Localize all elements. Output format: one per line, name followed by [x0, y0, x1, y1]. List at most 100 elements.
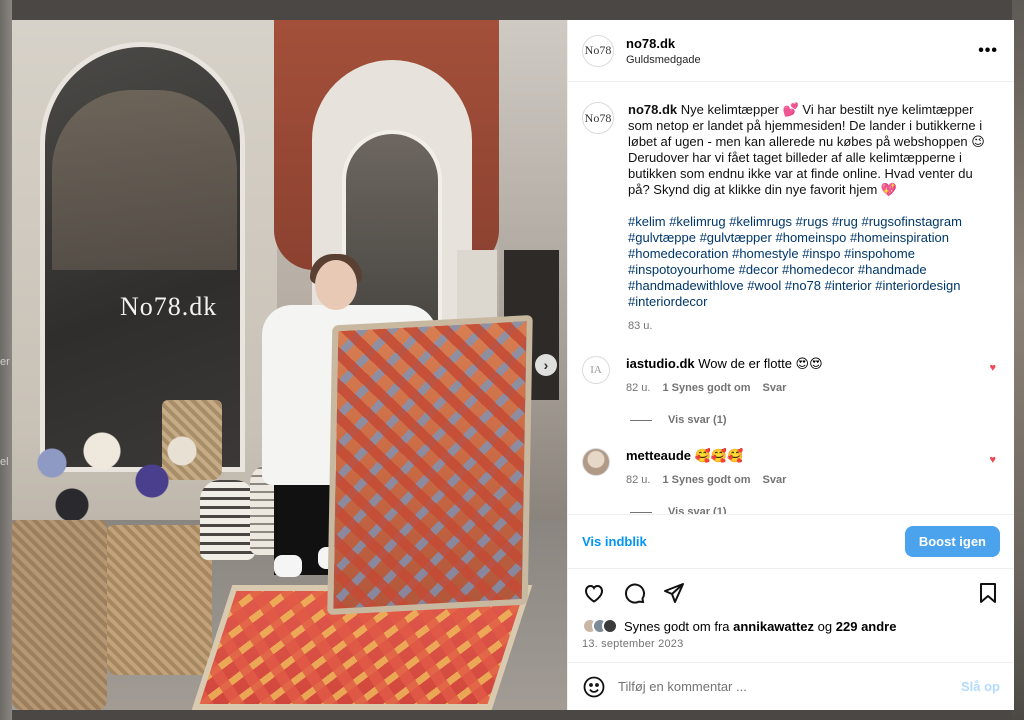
- comment-block: IA iastudio.dk Wow de er flotte 😍😍 82 u.…: [582, 356, 998, 426]
- view-replies-button[interactable]: Vis svar (1): [630, 506, 998, 514]
- comment-likes-link[interactable]: 1 Synes godt om: [662, 382, 750, 394]
- hashtag-link[interactable]: #inspo: [802, 246, 840, 261]
- likes-row: Synes godt om fra annikawattez og 229 an…: [568, 618, 1014, 634]
- hashtag-link[interactable]: #homeinspiration: [850, 230, 949, 245]
- header-text: no78.dk Guldsmedgade: [626, 36, 701, 66]
- comment-meta: 82 u. 1 Synes godt om Svar: [626, 474, 966, 486]
- window-reflection: [52, 90, 237, 270]
- hashtag-link[interactable]: #kelim: [628, 214, 666, 229]
- heart-outline-icon[interactable]: [582, 581, 606, 605]
- hashtag-link[interactable]: #rugsofinstagram: [861, 214, 961, 229]
- comment-body: iastudio.dk Wow de er flotte 😍😍 82 u. 1 …: [626, 356, 966, 394]
- comment-icon[interactable]: [622, 581, 646, 605]
- reply-button[interactable]: Svar: [763, 382, 787, 394]
- comment: IA iastudio.dk Wow de er flotte 😍😍 82 u.…: [582, 356, 998, 394]
- add-comment-bar: Slå op: [568, 662, 1014, 710]
- basket: [12, 520, 107, 710]
- comment-username[interactable]: iastudio.dk: [626, 356, 695, 371]
- hashtag-link[interactable]: #gulvtæpper: [700, 230, 772, 245]
- hashtag-link[interactable]: #handmade: [858, 262, 927, 277]
- post-side-panel: No78 no78.dk Guldsmedgade ••• No78 no78.…: [567, 20, 1014, 710]
- emoji-icon[interactable]: [582, 675, 606, 699]
- shoe: [274, 555, 302, 577]
- reply-button[interactable]: Svar: [763, 474, 787, 486]
- hashtag-link[interactable]: #inspohome: [844, 246, 915, 261]
- striped-basket: [200, 480, 255, 560]
- comment-text-line: metteaude 🥰🥰🥰: [626, 448, 966, 464]
- hashtag-link[interactable]: #kelimrugs: [729, 214, 792, 229]
- comment-text: Wow de er flotte 😍😍: [698, 356, 823, 371]
- replies-divider: [630, 419, 652, 421]
- hashtag-link[interactable]: #rugs: [796, 214, 829, 229]
- profile-avatar[interactable]: No78: [582, 34, 614, 67]
- hashtag-link[interactable]: #inspotoyourhome: [628, 262, 735, 277]
- hashtag-link[interactable]: #interiordecor: [628, 294, 708, 309]
- likes-prefix: Synes godt om fra: [624, 618, 730, 634]
- hashtag-link[interactable]: #rug: [832, 214, 858, 229]
- more-options-icon[interactable]: •••: [978, 42, 998, 60]
- kelim-rug-held: [327, 314, 533, 616]
- comment-list: IA iastudio.dk Wow de er flotte 😍😍 82 u.…: [582, 356, 998, 514]
- hashtag-link[interactable]: #no78: [785, 278, 821, 293]
- hashtag-link[interactable]: #wool: [747, 278, 781, 293]
- header-username[interactable]: no78.dk: [626, 36, 701, 51]
- comment-avatar[interactable]: [582, 448, 610, 476]
- hashtag-link[interactable]: #homedecoration: [628, 246, 728, 261]
- liker-username[interactable]: annikawattez: [733, 619, 814, 634]
- heart-icon[interactable]: ♥: [989, 362, 996, 374]
- comment-avatar[interactable]: IA: [582, 356, 610, 384]
- post-date: 13. september 2023: [582, 638, 684, 650]
- comment-meta: 82 u. 1 Synes godt om Svar: [626, 382, 966, 394]
- comment-block: metteaude 🥰🥰🥰 82 u. 1 Synes godt om Svar…: [582, 448, 998, 514]
- comment: metteaude 🥰🥰🥰 82 u. 1 Synes godt om Svar…: [582, 448, 998, 486]
- comment-input[interactable]: [618, 679, 938, 694]
- post-header: No78 no78.dk Guldsmedgade •••: [568, 20, 1014, 82]
- dried-flowers: [12, 415, 212, 535]
- caption-avatar[interactable]: No78: [582, 102, 614, 134]
- view-replies-label: Vis svar (1): [668, 506, 727, 514]
- bookmark-icon[interactable]: [976, 581, 1000, 605]
- post-comment-button[interactable]: Slå op: [961, 679, 1000, 694]
- likes-joiner: og: [817, 618, 833, 634]
- post-photo: No78.dk ›: [12, 20, 567, 710]
- backdrop-text-fragment: el: [0, 456, 9, 468]
- caption: No78 no78.dk Nye kelimtæpper 💕 Vi har be…: [582, 102, 998, 334]
- hashtag-link[interactable]: #interior: [825, 278, 872, 293]
- comment-text-line: iastudio.dk Wow de er flotte 😍😍: [626, 356, 966, 372]
- hashtag-link[interactable]: #homedecor: [782, 262, 854, 277]
- comments-scroll-area[interactable]: No78 no78.dk Nye kelimtæpper 💕 Vi har be…: [568, 82, 1014, 514]
- caption-body: no78.dk Nye kelimtæpper 💕 Vi har bestilt…: [628, 102, 986, 334]
- view-replies-label: Vis svar (1): [668, 414, 727, 426]
- comment-username[interactable]: metteaude: [626, 448, 691, 463]
- comment-text: 🥰🥰🥰: [694, 448, 744, 463]
- backdrop-text-fragment: er: [0, 356, 10, 368]
- comment-likes-link[interactable]: 1 Synes godt om: [662, 474, 750, 486]
- basket: [107, 525, 212, 675]
- hashtag-link[interactable]: #handmadewithlove: [628, 278, 744, 293]
- hashtag-link[interactable]: #gulvtæppe: [628, 230, 696, 245]
- shop-sign: No78.dk: [120, 292, 218, 321]
- comment-age: 82 u.: [626, 474, 651, 486]
- hashtag-link[interactable]: #kelimrug: [669, 214, 725, 229]
- next-image-button[interactable]: ›: [535, 354, 557, 376]
- others-likes-link[interactable]: 229 andre: [836, 619, 897, 634]
- hashtag-link[interactable]: #homeinspo: [775, 230, 846, 245]
- view-insights-link[interactable]: Vis indblik: [582, 534, 647, 549]
- hashtag-link[interactable]: #decor: [739, 262, 779, 277]
- comment-age: 82 u.: [626, 382, 651, 394]
- view-replies-button[interactable]: Vis svar (1): [630, 414, 998, 426]
- insight-bar: Vis indblik Boost igen: [568, 514, 1014, 568]
- hashtag-link[interactable]: #homestyle: [732, 246, 798, 261]
- liker-avatar: [602, 618, 618, 634]
- caption-age: 83 u.: [628, 320, 653, 332]
- caption-hashtags: #kelim #kelimrug #kelimrugs #rugs #rug #…: [628, 214, 986, 310]
- hashtag-link[interactable]: #interiordesign: [875, 278, 960, 293]
- caption-text: Nye kelimtæpper 💕 Vi har bestilt nye kel…: [628, 102, 985, 197]
- share-icon[interactable]: [662, 581, 686, 605]
- heart-icon[interactable]: ♥: [989, 454, 996, 466]
- boost-button[interactable]: Boost igen: [904, 526, 1000, 557]
- header-location[interactable]: Guldsmedgade: [626, 54, 701, 66]
- likes-text: Synes godt om fra annikawattez og 229 an…: [624, 619, 896, 634]
- comment-body: metteaude 🥰🥰🥰 82 u. 1 Synes godt om Svar: [626, 448, 966, 486]
- caption-username[interactable]: no78.dk: [628, 102, 677, 117]
